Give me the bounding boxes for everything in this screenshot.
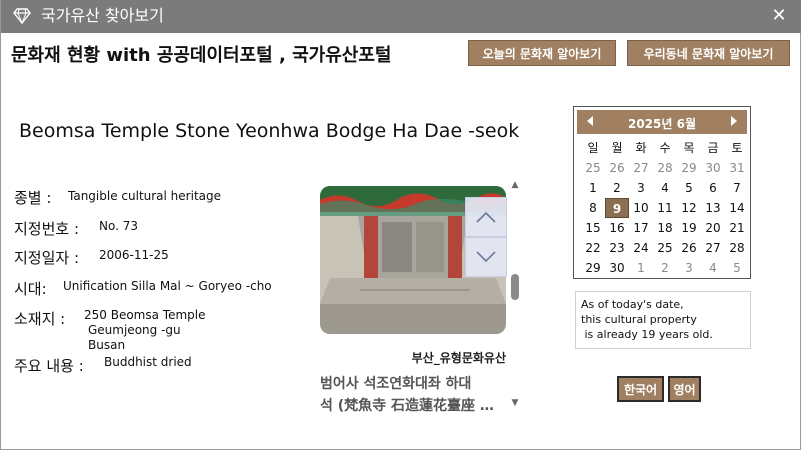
calendar-header: 2025년 6월	[577, 110, 747, 134]
card-title-line: 범어사 석조연화대좌 하대	[320, 376, 472, 392]
calendar-weekday: 금	[707, 141, 719, 155]
calendar-day[interactable]: 30	[605, 258, 629, 278]
chevron-up-icon	[476, 211, 496, 223]
calendar-day[interactable]: 26	[677, 238, 701, 258]
calendar-day[interactable]: 31	[725, 158, 749, 178]
calendar-day[interactable]: 11	[653, 198, 677, 218]
calendar-day[interactable]: 2	[653, 258, 677, 278]
calendar-day[interactable]: 27	[629, 158, 653, 178]
calendar-day[interactable]: 8	[581, 198, 605, 218]
calendar-day[interactable]: 1	[629, 258, 653, 278]
card-region-label: 부산_유형문화유산	[411, 351, 506, 365]
calendar-day[interactable]: 26	[605, 158, 629, 178]
calendar-day[interactable]: 23	[605, 238, 629, 258]
calendar-day[interactable]: 15	[581, 218, 605, 238]
field-label-content: 주요 내용 :	[14, 357, 84, 375]
card-title[interactable]: 범어사 석조연화대좌 하대 석 (梵魚寺 石造蓮花臺座 …	[320, 373, 506, 417]
calendar-day[interactable]: 16	[605, 218, 629, 238]
field-value-content: Buddhist dried	[104, 355, 192, 369]
page-title: 문화재 현황 with 공공데이터포털 , 국가유산포털	[11, 45, 392, 66]
field-value-location: 250 Beomsa Temple Geumjeong -gu Busan	[84, 308, 205, 353]
calendar-day[interactable]: 3	[629, 178, 653, 198]
field-value-date: 2006-11-25	[99, 248, 169, 262]
calendar-day[interactable]: 19	[677, 218, 701, 238]
info-line: As of today's date,	[581, 298, 684, 311]
calendar-day[interactable]: 18	[653, 218, 677, 238]
calendar-month-label: 2025년 6월	[627, 117, 696, 131]
calendar-weekday: 수	[659, 141, 671, 155]
calendar-day[interactable]: 30	[701, 158, 725, 178]
calendar-day-selected[interactable]: 9	[605, 198, 629, 218]
calendar-day[interactable]: 6	[701, 178, 725, 198]
close-button[interactable]: ✕	[770, 7, 788, 25]
calendar-weekday: 토	[731, 141, 743, 155]
calendar-weekday: 월	[611, 141, 623, 155]
field-label-era: 시대:	[14, 280, 47, 298]
card-title-line: 석 (梵魚寺 石造蓮花臺座 …	[320, 398, 494, 414]
calendar-day[interactable]: 25	[653, 238, 677, 258]
scroll-up-arrow-icon[interactable]: ▲	[510, 180, 520, 190]
scroll-thumb[interactable]	[511, 274, 519, 300]
calendar-day[interactable]: 20	[701, 218, 725, 238]
calendar-day[interactable]: 29	[677, 158, 701, 178]
field-value-number: No. 73	[99, 219, 139, 233]
property-name: Beomsa Temple Stone Yeonhwa Bodge Ha Dae…	[19, 120, 520, 142]
calendar-day[interactable]: 22	[581, 238, 605, 258]
vertical-scrollbar[interactable]: ▲ ▼	[509, 178, 521, 410]
calendar-day[interactable]: 12	[677, 198, 701, 218]
calendar-day[interactable]: 5	[725, 258, 749, 278]
calendar-day[interactable]: 3	[677, 258, 701, 278]
calendar: 2025년 6월 일 월 화 수 목 금 토 25 26 27 28 29 30 31 1 2 3 4 5 6 7 8 9 1…	[573, 106, 751, 279]
title-bar: 국가유산 찾아보기 ✕	[1, 0, 801, 33]
field-label-category: 종별 :	[14, 189, 52, 207]
info-line: this cultural property	[581, 313, 697, 326]
calendar-day[interactable]: 7	[725, 178, 749, 198]
today-heritage-button[interactable]: 오늘의 문화재 알아보기	[468, 40, 616, 66]
korean-language-button[interactable]: 한국어	[617, 376, 664, 402]
field-value-era: Unification Silla Mal ~ Goryeo -cho	[63, 279, 272, 293]
calendar-day[interactable]: 27	[701, 238, 725, 258]
local-heritage-button[interactable]: 우리동네 문화재 알아보기	[627, 40, 790, 66]
calendar-day[interactable]: 21	[725, 218, 749, 238]
field-label-location: 소재지 :	[14, 310, 66, 328]
location-line: 250 Beomsa Temple	[84, 308, 206, 322]
calendar-day[interactable]: 28	[725, 238, 749, 258]
calendar-day[interactable]: 25	[581, 158, 605, 178]
image-next-button[interactable]	[465, 237, 507, 277]
calendar-day[interactable]: 17	[629, 218, 653, 238]
chevron-down-icon	[476, 251, 496, 263]
age-info-box: As of today's date, this cultural proper…	[575, 291, 751, 349]
location-line: Geumjeong -gu	[88, 323, 181, 337]
field-label-number: 지정번호 :	[14, 220, 80, 238]
image-prev-button[interactable]	[465, 197, 507, 237]
calendar-weekday: 화	[635, 141, 647, 155]
field-value-category: Tangible cultural heritage	[68, 189, 221, 203]
calendar-day[interactable]: 1	[581, 178, 605, 198]
scroll-down-arrow-icon[interactable]: ▼	[510, 398, 520, 408]
calendar-day[interactable]: 4	[653, 178, 677, 198]
location-line: Busan	[88, 338, 126, 352]
calendar-day[interactable]: 14	[725, 198, 749, 218]
english-language-button[interactable]: 영어	[668, 376, 701, 402]
window-title: 국가유산 찾아보기	[41, 6, 164, 25]
calendar-grid: 일 월 화 수 목 금 토 25 26 27 28 29 30 31 1 2 3 4 5 6 7 8 9 10 11 12 13 14…	[581, 138, 749, 278]
calendar-weekday: 일	[587, 141, 599, 155]
calendar-day[interactable]: 28	[653, 158, 677, 178]
calendar-day[interactable]: 13	[701, 198, 725, 218]
calendar-day[interactable]: 10	[629, 198, 653, 218]
calendar-weekday: 목	[683, 141, 695, 155]
info-line: is already 19 years old.	[581, 328, 713, 341]
next-month-icon[interactable]	[731, 116, 737, 126]
calendar-day[interactable]: 2	[605, 178, 629, 198]
calendar-day[interactable]: 5	[677, 178, 701, 198]
diamond-icon	[13, 8, 31, 24]
app-window: 국가유산 찾아보기 ✕ 문화재 현황 with 공공데이터포털 , 국가유산포털…	[0, 0, 801, 450]
calendar-day[interactable]: 24	[629, 238, 653, 258]
calendar-day[interactable]: 4	[701, 258, 725, 278]
calendar-day[interactable]: 29	[581, 258, 605, 278]
field-label-date: 지정일자 :	[14, 249, 80, 267]
